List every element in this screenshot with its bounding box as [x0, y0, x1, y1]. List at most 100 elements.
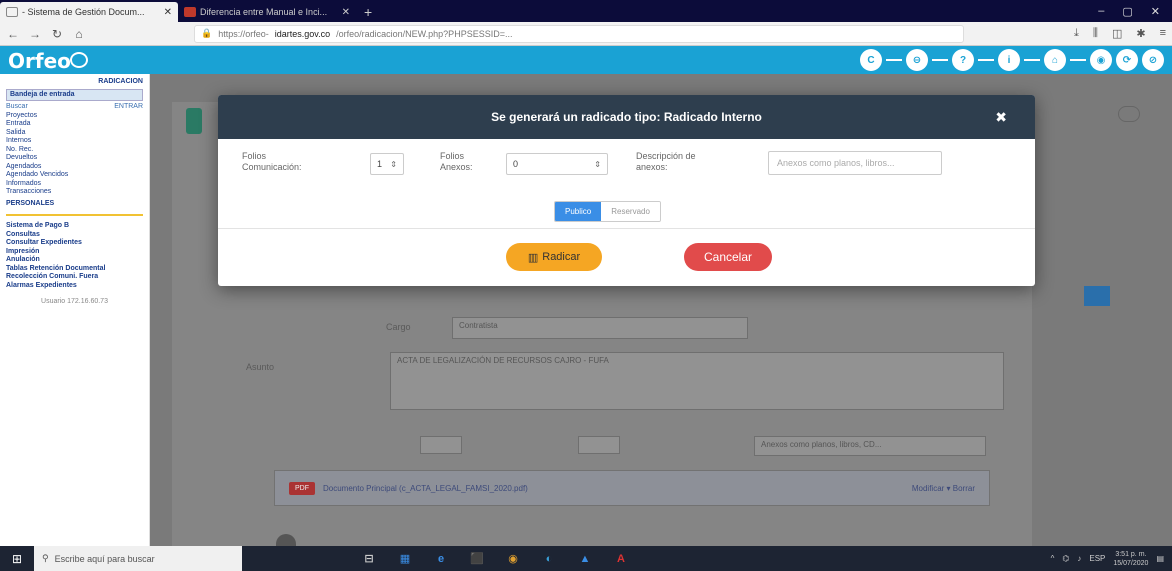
anexos-stepper[interactable] — [578, 436, 620, 454]
radicar-modal: Se generará un radicado tipo: Radicado I… — [218, 95, 1035, 286]
sidebar-item[interactable]: Proyectos — [6, 112, 143, 121]
lock-icon: 🔒 — [201, 28, 213, 38]
asunto-label: Asunto — [246, 362, 275, 372]
reservado-option[interactable]: Reservado — [601, 202, 660, 221]
asunto-field[interactable]: ACTA DE LEGALIZACIÓN DE RECURSOS CAJRO -… — [390, 352, 1004, 410]
network-icon[interactable]: ⌬ — [1062, 554, 1069, 563]
taskbar-search[interactable]: ⚲ Escribe aquí para buscar — [34, 546, 242, 571]
minimize-button[interactable]: – — [1098, 5, 1104, 17]
close-tab-icon[interactable]: ✕ — [164, 7, 172, 18]
firefox-icon[interactable]: ◐ — [540, 550, 558, 568]
sidebar-item[interactable]: Agendado Vencidos — [6, 171, 143, 180]
reload-icon[interactable]: ↻ — [50, 27, 64, 41]
sidebar-item[interactable]: Internos — [6, 137, 143, 146]
orfeo-logo[interactable]: Orfeo — [8, 49, 71, 73]
new-tab-button[interactable]: + — [356, 2, 380, 22]
side-action-button[interactable] — [1084, 286, 1110, 306]
connector-line — [978, 59, 994, 61]
folios-comunicacion-stepper[interactable]: 1 ⇕ — [370, 153, 404, 175]
browser-tab-orfeo[interactable]: - Sistema de Gestión Docum... ✕ — [0, 2, 178, 22]
task-view-icon[interactable]: ⊟ — [360, 550, 378, 568]
sidebar-item[interactable]: Agendados — [6, 163, 143, 172]
folios-anexos-label: Folios Anexos: — [440, 151, 473, 172]
modal-body: Folios Comunicación: 1 ⇕ Folios Anexos: … — [218, 139, 1035, 229]
sync-circle-icon[interactable]: ⟳ — [1116, 49, 1138, 71]
folios-anexos-value: 0 — [513, 159, 519, 169]
cancelar-button[interactable]: Cancelar — [684, 243, 772, 271]
info-circle-icon[interactable]: i — [998, 49, 1020, 71]
publico-option[interactable]: Publico — [555, 202, 602, 221]
close-window-button[interactable]: ✕ — [1151, 5, 1160, 18]
sidebar-search-button[interactable]: ENTRAR — [114, 103, 143, 112]
modal-footer: ▥ Radicar Cancelar — [218, 229, 1035, 286]
anexos-description-field[interactable]: Anexos como planos, libros, CD... — [754, 436, 986, 456]
radicar-button[interactable]: ▥ Radicar — [506, 243, 602, 271]
header-icon-bar: C ⊖ ? i ⌂ ◉ ⟳ ⊘ — [860, 49, 1164, 71]
close-icon[interactable]: ✖ — [995, 109, 1007, 126]
sidebar-item[interactable]: Impresión — [6, 248, 143, 257]
sidebar-item[interactable]: Tablas Retención Documental — [6, 265, 143, 274]
tray-chevron-icon[interactable]: ^ — [1051, 554, 1055, 563]
spinner-icon[interactable]: ⇕ — [390, 160, 397, 169]
sidebar-item[interactable]: Entrada — [6, 120, 143, 129]
home-circle-icon[interactable]: ⌂ — [1044, 49, 1066, 71]
edit-icon[interactable] — [1118, 106, 1140, 122]
spinner-icon[interactable]: ⇕ — [594, 160, 601, 169]
folios-stepper[interactable] — [420, 436, 462, 454]
clock-time: 3:51 p. m. — [1115, 550, 1147, 558]
clock[interactable]: 3:51 p. m. 15/07/2020 — [1113, 550, 1148, 568]
back-button[interactable] — [186, 108, 202, 134]
modal-header: Se generará un radicado tipo: Radicado I… — [218, 95, 1035, 139]
sidebar-toggle-icon[interactable]: ◫ — [1112, 27, 1122, 40]
logout-circle-icon[interactable]: ⊘ — [1142, 49, 1164, 71]
refresh-circle-icon[interactable]: C — [860, 49, 882, 71]
document-name[interactable]: Documento Principal (c_ACTA_LEGAL_FAMSI_… — [323, 484, 528, 493]
sidebar-entry-button[interactable]: Bandeja de entrada — [6, 88, 143, 101]
sidebar-item-personales[interactable]: PERSONALES — [6, 200, 143, 209]
barcode-icon: ▥ — [527, 251, 539, 264]
connector-line — [1024, 59, 1040, 61]
maximize-button[interactable]: ▢ — [1122, 5, 1132, 18]
minus-circle-icon[interactable]: ⊖ — [906, 49, 928, 71]
sidebar-item[interactable]: Anulación — [6, 256, 143, 265]
descripcion-anexos-label: Descripción de anexos: — [636, 151, 696, 172]
sidebar-item[interactable]: Devueltos — [6, 154, 143, 163]
back-icon[interactable]: ← — [6, 27, 20, 41]
sidebar-item[interactable]: Informados — [6, 180, 143, 189]
language-indicator[interactable]: ESP — [1089, 554, 1105, 563]
download-icon[interactable]: ⤓ — [1074, 27, 1079, 40]
sidebar-search-input[interactable]: Buscar — [6, 103, 28, 112]
chrome-icon[interactable]: ◉ — [504, 550, 522, 568]
help-circle-icon[interactable]: ? — [952, 49, 974, 71]
library-icon[interactable]: ⫼ — [1093, 27, 1098, 40]
close-tab-icon[interactable]: ✕ — [342, 7, 350, 18]
volume-icon[interactable]: ♪ — [1077, 554, 1081, 563]
sidebar-item[interactable]: Salida — [6, 129, 143, 138]
folios-anexos-stepper[interactable]: 0 ⇕ — [506, 153, 608, 175]
acrobat-icon[interactable]: A — [612, 550, 630, 568]
edge-icon[interactable]: e — [432, 550, 450, 568]
document-actions[interactable]: Modificar ▾ Borrar — [912, 484, 975, 493]
sidebar-item[interactable]: Sistema de Pago B — [6, 222, 143, 231]
sidebar-item[interactable]: Alarmas Expedientes — [6, 282, 143, 291]
system-tray: ^ ⌬ ♪ ESP 3:51 p. m. 15/07/2020 ▤ — [1051, 550, 1172, 568]
user-circle-icon[interactable]: ◉ — [1090, 49, 1112, 71]
sidebar-item[interactable]: Consultas — [6, 231, 143, 240]
sidebar-item[interactable]: Consultar Expedientes — [6, 239, 143, 248]
file-explorer-icon[interactable]: ⬛ — [468, 550, 486, 568]
sidebar-item[interactable]: Recolección Comuni. Fuera — [6, 273, 143, 282]
extension-icon[interactable]: ✱ — [1136, 27, 1145, 40]
notifications-icon[interactable]: ▤ — [1156, 554, 1164, 563]
forward-icon[interactable]: → — [28, 27, 42, 41]
store-icon[interactable]: ▦ — [396, 550, 414, 568]
cargo-field[interactable]: Contratista — [452, 317, 748, 339]
descripcion-anexos-input[interactable]: Anexos como planos, libros... — [768, 151, 942, 175]
url-bar[interactable]: 🔒 https://orfeo-idartes.gov.co/orfeo/rad… — [194, 24, 964, 43]
home-icon[interactable]: ⌂ — [72, 27, 86, 41]
sidebar-item[interactable]: Transacciones — [6, 188, 143, 197]
mail-icon[interactable]: ▲ — [576, 550, 594, 568]
menu-icon[interactable]: ≡ — [1160, 27, 1166, 40]
windows-start-icon[interactable]: ⊞ — [0, 546, 34, 571]
browser-tab-manual[interactable]: Diferencia entre Manual e Inci... ✕ — [178, 2, 356, 22]
sidebar-item[interactable]: No. Rec. — [6, 146, 143, 155]
